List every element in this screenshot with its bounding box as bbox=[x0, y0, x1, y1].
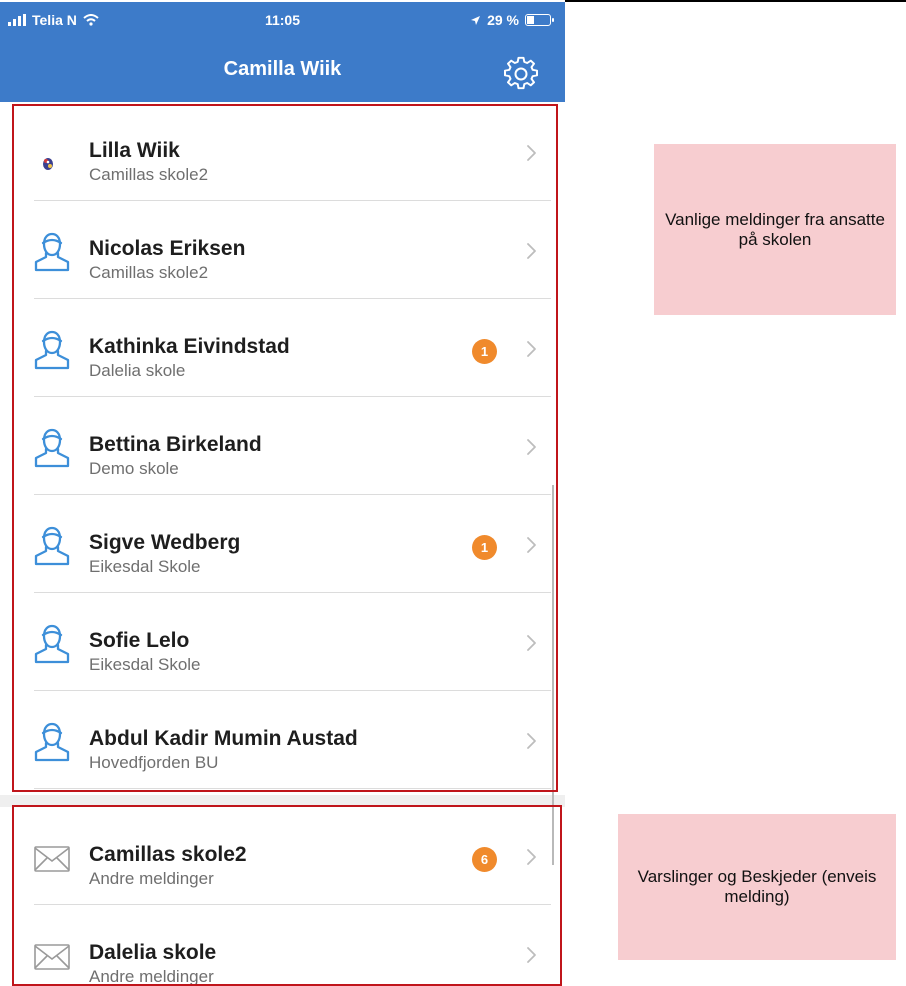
battery-label: 29 % bbox=[487, 12, 519, 28]
location-arrow-icon bbox=[471, 15, 481, 25]
gear-icon[interactable] bbox=[503, 56, 539, 92]
status-bar: Telia N 11:05 29 % bbox=[0, 2, 565, 40]
annotation-messages: Vanlige meldinger fra ansatte på skolen bbox=[654, 144, 896, 315]
page-title: Camilla Wiik bbox=[223, 58, 342, 80]
battery-icon bbox=[525, 14, 554, 26]
app-header: Telia N 11:05 29 % Camilla Wiik bbox=[0, 2, 565, 102]
annotation-notices: Varslinger og Beskjeder (enveis melding) bbox=[618, 814, 896, 960]
messages-highlight-frame bbox=[12, 104, 558, 792]
status-right: 29 % bbox=[470, 12, 554, 28]
notices-highlight-frame bbox=[12, 805, 562, 986]
